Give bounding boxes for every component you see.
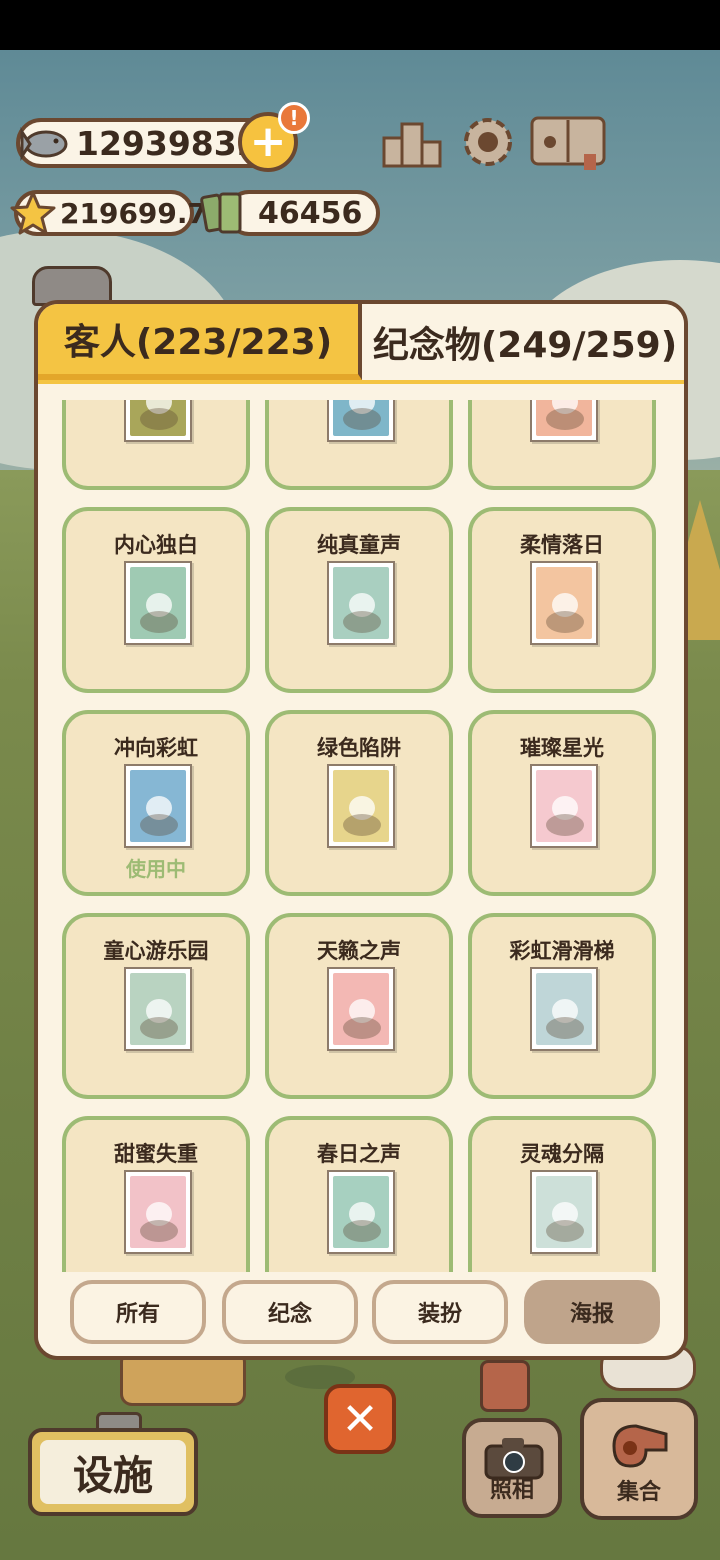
poster-image	[327, 400, 395, 442]
poster-image	[530, 967, 598, 1051]
souvenir-card[interactable]: 天籁之声	[265, 913, 453, 1099]
tab-guests[interactable]: 客人(223/223)	[38, 304, 362, 380]
souvenir-card[interactable]: 璀璨星光	[468, 710, 656, 896]
photo-button[interactable]: 照相	[462, 1418, 562, 1518]
close-button[interactable]: ✕	[324, 1384, 396, 1454]
poster-image	[124, 561, 192, 645]
star-icon	[10, 191, 56, 235]
status-bar	[0, 0, 720, 50]
fish-icon	[20, 127, 68, 161]
souvenir-card[interactable]: 柔情落日	[468, 507, 656, 693]
facility-button[interactable]: 设施	[28, 1428, 198, 1516]
souvenir-title: 春日之声	[317, 1142, 401, 1166]
tab-guests-label: 客人(223/223)	[63, 322, 333, 363]
souvenir-title: 璀璨星光	[520, 736, 604, 760]
souvenir-title: 童心游乐园	[103, 939, 209, 963]
filter-button[interactable]: 所有	[70, 1280, 206, 1344]
photo-label: 照相	[489, 1478, 534, 1503]
poster-image	[124, 967, 192, 1051]
filter-button[interactable]: 纪念	[222, 1280, 358, 1344]
souvenir-card[interactable]: 灵魂分隔	[468, 1116, 656, 1272]
ranking-podium-icon[interactable]	[380, 110, 444, 174]
poster-image	[327, 764, 395, 848]
gather-button[interactable]: 集合	[580, 1398, 698, 1520]
filter-button[interactable]: 装扮	[372, 1280, 508, 1344]
souvenir-title: 绿色陷阱	[317, 736, 401, 760]
souvenir-card[interactable]: 甜蜜失重	[62, 1116, 250, 1272]
souvenir-title: 彩虹滑滑梯	[509, 939, 615, 963]
poster-image	[327, 561, 395, 645]
paw-book-icon[interactable]	[528, 110, 608, 174]
close-icon: ✕	[341, 1393, 379, 1445]
poster-image	[124, 1170, 192, 1254]
poster-image	[327, 1170, 395, 1254]
souvenir-card[interactable]: 童心游乐园	[62, 913, 250, 1099]
fish-amount: 12939832	[76, 123, 260, 163]
gear-icon[interactable]	[456, 110, 520, 174]
ticket-currency: 46456	[226, 190, 380, 236]
souvenir-grid[interactable]: 赠送海报萌化你的心不完美偶像内心独白 纯真童声 柔情落日冲向彩虹使用中 绿色陷阱 璀璨星…	[62, 400, 668, 1272]
poster-image	[327, 967, 395, 1051]
souvenir-card[interactable]: 赠送海报	[62, 400, 250, 490]
background-pot	[480, 1360, 530, 1412]
souvenir-title: 冲向彩虹	[114, 736, 198, 760]
star-amount: 219699.7	[60, 196, 208, 230]
souvenir-card[interactable]: 春日之声	[265, 1116, 453, 1272]
souvenir-title: 纯真童声	[317, 533, 401, 557]
souvenir-card[interactable]: 不完美偶像	[468, 400, 656, 490]
tab-souvenirs-label: 纪念物(249/259)	[372, 325, 678, 366]
souvenir-card[interactable]: 内心独白	[62, 507, 250, 693]
souvenir-title: 内心独白	[114, 533, 198, 557]
poster-image	[124, 764, 192, 848]
in-use-status: 使用中	[126, 857, 186, 881]
ticket-amount: 46456	[258, 195, 363, 231]
tab-souvenirs[interactable]: 纪念物(249/259)	[362, 304, 684, 380]
souvenir-card[interactable]: 绿色陷阱	[265, 710, 453, 896]
poster-image	[530, 1170, 598, 1254]
tab-divider	[38, 380, 684, 384]
souvenir-title: 柔情落日	[520, 533, 604, 557]
souvenir-card[interactable]: 萌化你的心	[265, 400, 453, 490]
filter-button[interactable]: 海报	[524, 1280, 660, 1344]
souvenir-card[interactable]: 冲向彩虹 使用中	[62, 710, 250, 896]
poster-image	[124, 400, 192, 442]
facility-label: 设施	[40, 1440, 186, 1504]
poster-image	[530, 561, 598, 645]
collection-panel: 客人(223/223) 纪念物(249/259) 赠送海报萌化你的心不完美偶像内…	[34, 300, 688, 1360]
souvenir-title: 甜蜜失重	[114, 1142, 198, 1166]
alert-icon: !	[289, 106, 299, 130]
souvenir-title: 天籁之声	[317, 939, 401, 963]
filter-bar: 所有 纪念 装扮 海报	[38, 1272, 684, 1356]
gather-label: 集合	[616, 1480, 661, 1505]
ticket-icon	[200, 192, 242, 234]
souvenir-card[interactable]: 纯真童声	[265, 507, 453, 693]
whistle-icon	[612, 1424, 668, 1468]
souvenir-title: 灵魂分隔	[520, 1142, 604, 1166]
poster-image	[530, 400, 598, 442]
souvenir-card[interactable]: 彩虹滑滑梯	[468, 913, 656, 1099]
poster-image	[530, 764, 598, 848]
alert-badge: !	[278, 102, 310, 134]
